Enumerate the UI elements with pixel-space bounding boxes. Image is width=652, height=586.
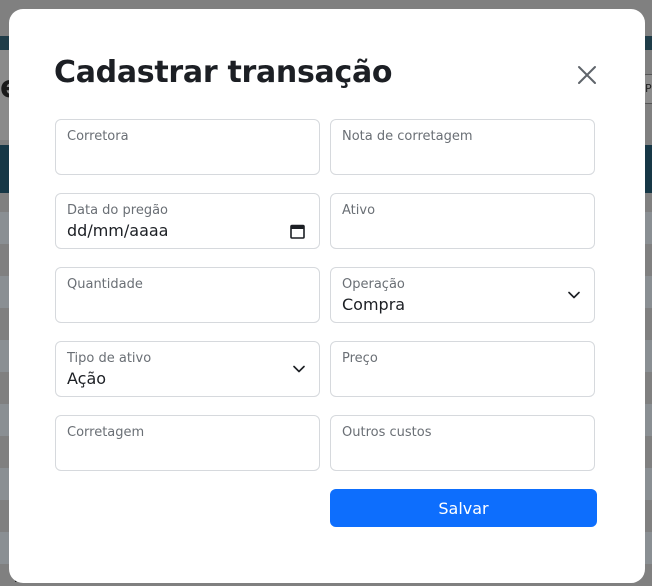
nota-corretagem-label: Nota de corretagem — [342, 129, 473, 144]
chevron-down-icon — [293, 365, 305, 373]
calendar-icon[interactable] — [290, 223, 305, 239]
data-pregao-value: dd/mm/aaaa — [67, 221, 169, 240]
operacao-label: Operação — [342, 277, 405, 292]
operacao-select[interactable]: Operação Compra — [330, 267, 595, 323]
transaction-modal: Cadastrar transação Corretora Nota de co… — [9, 9, 645, 583]
corretora-label: Corretora — [67, 129, 129, 144]
nota-corretagem-field[interactable]: Nota de corretagem — [330, 119, 595, 175]
data-pregao-field[interactable]: Data do pregão dd/mm/aaaa — [55, 193, 320, 249]
outros-custos-field[interactable]: Outros custos — [330, 415, 595, 471]
corretagem-label: Corretagem — [67, 425, 145, 440]
corretora-field[interactable]: Corretora — [55, 119, 320, 175]
outros-custos-label: Outros custos — [342, 425, 432, 440]
modal-title: Cadastrar transação — [54, 55, 393, 90]
close-icon — [578, 66, 596, 84]
preco-label: Preço — [342, 351, 378, 366]
quantidade-label: Quantidade — [67, 277, 143, 292]
tipo-ativo-value: Ação — [67, 369, 107, 388]
operacao-value: Compra — [342, 295, 406, 314]
corretagem-field[interactable]: Corretagem — [55, 415, 320, 471]
save-button[interactable]: Salvar — [330, 489, 597, 527]
preco-field[interactable]: Preço — [330, 341, 595, 397]
close-button[interactable] — [575, 63, 599, 87]
chevron-down-icon — [568, 291, 580, 299]
ativo-field[interactable]: Ativo — [330, 193, 595, 249]
tipo-ativo-label: Tipo de ativo — [67, 351, 152, 366]
data-pregao-label: Data do pregão — [67, 203, 168, 218]
quantidade-field[interactable]: Quantidade — [55, 267, 320, 323]
tipo-ativo-select[interactable]: Tipo de ativo Ação — [55, 341, 320, 397]
ativo-label: Ativo — [342, 203, 376, 218]
